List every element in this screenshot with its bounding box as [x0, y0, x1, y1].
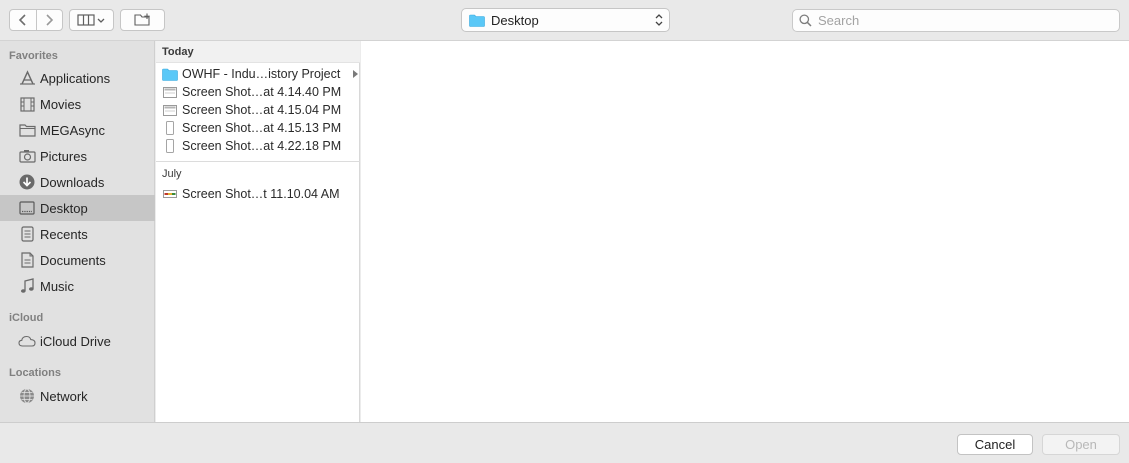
location-label: Desktop	[491, 12, 539, 28]
sidebar-item-label: Documents	[40, 252, 106, 268]
preview-pane	[361, 41, 1129, 422]
sidebar-section-favorites: Favorites	[9, 50, 58, 62]
file-row[interactable]: Screen Shot…at 4.14.40 PM	[156, 83, 360, 101]
desktop-icon	[18, 199, 36, 217]
film-icon	[18, 95, 36, 113]
screenshot-thumbnail-icon	[162, 121, 178, 135]
sidebar-item-label: Music	[40, 278, 74, 294]
sidebar-item-movies[interactable]: Movies	[0, 91, 155, 117]
folder-icon	[469, 14, 485, 27]
sidebar-item-label: Network	[40, 388, 88, 404]
file-column: Today OWHF - Indu…istory Project Screen …	[156, 41, 360, 422]
bottom-bar: Cancel Open	[0, 422, 1129, 463]
screenshot-thumbnail-icon	[162, 139, 178, 153]
folder-icon	[18, 121, 36, 139]
sidebar-item-documents[interactable]: Documents	[0, 247, 155, 273]
sidebar-item-network[interactable]: Network	[0, 383, 155, 409]
sidebar-item-music[interactable]: Music	[0, 273, 155, 299]
download-icon	[18, 173, 36, 191]
screenshot-thumbnail-icon	[162, 85, 178, 99]
sidebar-item-megasync[interactable]: MEGAsync	[0, 117, 155, 143]
group-header-today: Today	[156, 41, 360, 63]
sidebar-item-label: MEGAsync	[40, 122, 106, 138]
applications-icon	[18, 69, 36, 87]
location-popup[interactable]: Desktop	[461, 8, 670, 32]
file-row[interactable]: Screen Shot…at 4.15.13 PM	[156, 119, 360, 137]
cloud-icon	[18, 332, 36, 350]
file-name: Screen Shot…at 4.22.18 PM	[182, 139, 342, 153]
group-header-july: July	[162, 168, 182, 180]
sidebar-item-pictures[interactable]: Pictures	[0, 143, 155, 169]
sidebar-item-label: iCloud Drive	[40, 333, 111, 349]
search-icon	[799, 14, 812, 27]
sidebar: Favorites Applications Movies MEGAsync P…	[0, 41, 155, 422]
cancel-button[interactable]: Cancel	[957, 434, 1033, 455]
view-mode-button[interactable]	[69, 9, 114, 31]
file-name: OWHF - Indu…istory Project	[182, 67, 341, 81]
sidebar-item-label: Recents	[40, 226, 88, 242]
sidebar-section-locations: Locations	[9, 367, 61, 379]
search-field[interactable]: Search	[792, 9, 1120, 32]
sidebar-item-label: Movies	[40, 96, 82, 112]
file-name: Screen Shot…at 4.15.13 PM	[182, 121, 342, 135]
sidebar-item-label: Pictures	[40, 148, 87, 164]
updown-chevron-icon	[655, 14, 663, 26]
sidebar-item-label: Applications	[40, 70, 111, 86]
sidebar-item-recents[interactable]: Recents	[0, 221, 155, 247]
file-name: Screen Shot…at 4.15.04 PM	[182, 103, 342, 117]
folder-icon	[162, 67, 178, 81]
file-name: Screen Shot…t 11.10.04 AM	[182, 187, 340, 201]
sidebar-item-icloud-drive[interactable]: iCloud Drive	[0, 328, 155, 354]
columns-view-icon	[76, 14, 104, 26]
sidebar-item-downloads[interactable]: Downloads	[0, 169, 155, 195]
new-folder-button[interactable]	[120, 9, 165, 31]
sidebar-item-label: Desktop	[40, 200, 88, 216]
open-button[interactable]: Open	[1042, 434, 1120, 455]
file-row[interactable]: Screen Shot…at 4.22.18 PM	[156, 137, 360, 155]
file-name: Screen Shot…at 4.14.40 PM	[182, 85, 342, 99]
chevron-right-icon	[46, 14, 54, 26]
file-row[interactable]: OWHF - Indu…istory Project	[156, 65, 360, 83]
back-forward-group	[9, 9, 63, 31]
search-placeholder: Search	[818, 13, 860, 28]
toolbar: Desktop Search	[0, 0, 1129, 41]
screenshot-thumbnail-icon	[162, 187, 178, 201]
new-folder-icon	[133, 13, 150, 26]
group-divider	[156, 161, 360, 162]
sidebar-item-desktop[interactable]: Desktop	[0, 195, 155, 221]
back-button[interactable]	[10, 10, 36, 30]
disclosure-arrow-icon	[353, 70, 358, 78]
sidebar-item-applications[interactable]: Applications	[0, 65, 155, 91]
camera-icon	[18, 147, 36, 165]
globe-icon	[18, 387, 36, 405]
music-icon	[18, 277, 36, 295]
file-row[interactable]: Screen Shot…at 4.15.04 PM	[156, 101, 360, 119]
chevron-left-icon	[18, 14, 26, 26]
document-icon	[18, 251, 36, 269]
file-row[interactable]: Screen Shot…t 11.10.04 AM	[156, 185, 360, 203]
recents-icon	[18, 225, 36, 243]
forward-button[interactable]	[35, 10, 63, 30]
screenshot-thumbnail-icon	[162, 103, 178, 117]
sidebar-section-icloud: iCloud	[9, 312, 44, 324]
sidebar-item-label: Downloads	[40, 174, 105, 190]
